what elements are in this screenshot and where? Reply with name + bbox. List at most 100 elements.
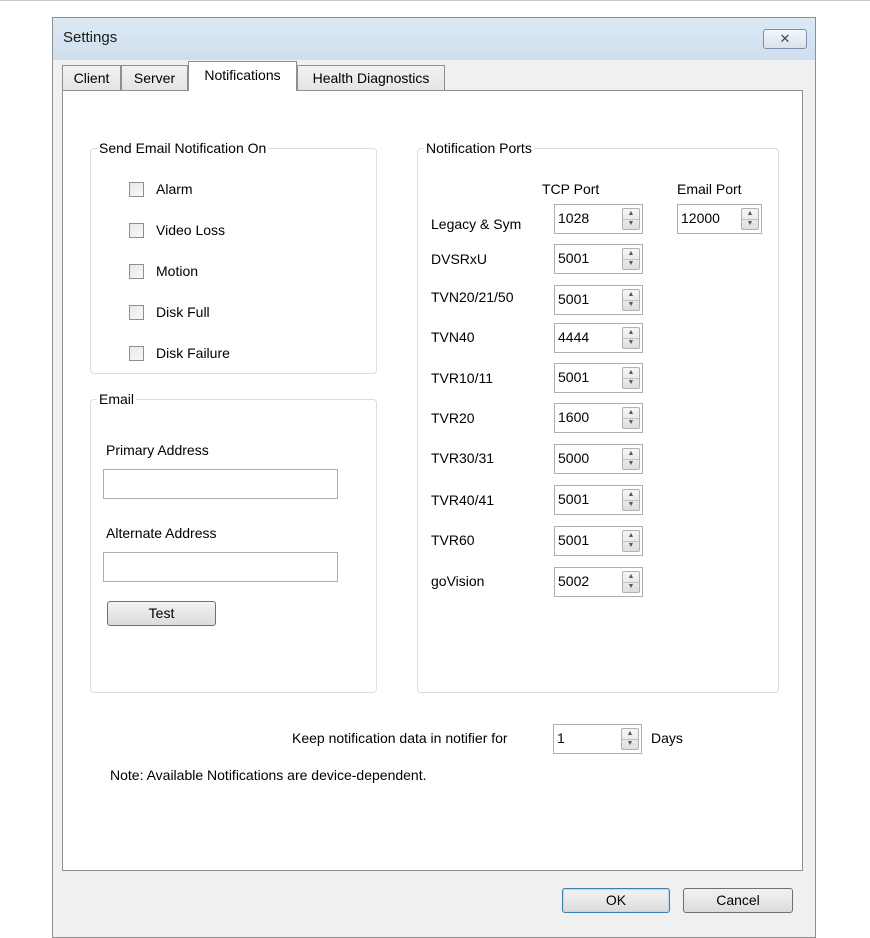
- spin-buttons[interactable]: ▲ ▼: [741, 208, 759, 230]
- ok-button-label: OK: [605, 892, 627, 908]
- tcp-port-tvr10-11[interactable]: 5001 ▲ ▼: [554, 363, 643, 393]
- close-button[interactable]: ✕: [763, 29, 807, 49]
- tab-server[interactable]: Server: [121, 65, 188, 91]
- spin-down-icon[interactable]: ▼: [622, 739, 638, 749]
- spin-down-icon[interactable]: ▼: [623, 300, 639, 310]
- tcp-port-header: TCP Port: [542, 181, 600, 197]
- tcp-port-value: 5001: [558, 491, 590, 507]
- spin-buttons[interactable]: ▲ ▼: [622, 248, 640, 270]
- tab-client[interactable]: Client: [62, 65, 121, 91]
- motion-label: Motion: [156, 263, 199, 279]
- tcp-port-value: 1600: [558, 409, 590, 425]
- window-title: Settings: [63, 29, 118, 46]
- primary-address-input[interactable]: [103, 469, 338, 499]
- tcp-port-legacy-sym[interactable]: 1028 ▲ ▼: [554, 204, 643, 234]
- port-label-tvn20-21-50: TVN20/21/50: [431, 289, 514, 305]
- tcp-port-value: 5002: [558, 573, 590, 589]
- disk-full-checkbox[interactable]: Disk Full: [129, 302, 210, 322]
- alarm-label: Alarm: [156, 181, 193, 197]
- title-bar[interactable]: Settings ✕: [53, 18, 815, 60]
- notifications-panel: Send Email Notification On Alarm Video L…: [62, 90, 803, 871]
- availability-note: Note: Available Notifications are device…: [110, 767, 427, 783]
- tcp-port-tvr40-41[interactable]: 5001 ▲ ▼: [554, 485, 643, 515]
- spin-down-icon[interactable]: ▼: [623, 582, 639, 592]
- tcp-port-value: 4444: [558, 329, 590, 345]
- disk-failure-checkbox[interactable]: Disk Failure: [129, 343, 230, 363]
- spin-down-icon[interactable]: ▼: [623, 459, 639, 469]
- spin-down-icon[interactable]: ▼: [623, 259, 639, 269]
- email-group: Email Primary Address Alternate Address …: [90, 389, 377, 693]
- port-label-tvr30-31: TVR30/31: [431, 450, 495, 466]
- spin-buttons[interactable]: ▲ ▼: [622, 407, 640, 429]
- spin-down-icon[interactable]: ▼: [623, 378, 639, 388]
- checkbox-box[interactable]: [129, 304, 144, 320]
- tcp-port-govision[interactable]: 5002 ▲ ▼: [554, 567, 643, 597]
- send-email-group: Send Email Notification On Alarm Video L…: [90, 138, 377, 374]
- primary-address-label: Primary Address: [106, 442, 209, 458]
- tab-notifications[interactable]: Notifications: [188, 61, 297, 91]
- tab-notifications-label: Notifications: [204, 67, 281, 83]
- video-loss-label: Video Loss: [156, 222, 226, 238]
- tab-health-diagnostics-label: Health Diagnostics: [312, 70, 430, 86]
- test-button[interactable]: Test: [107, 601, 216, 626]
- send-email-legend: Send Email Notification On: [97, 138, 269, 158]
- keep-data-label: Keep notification data in notifier for: [292, 730, 508, 746]
- ok-button[interactable]: OK: [562, 888, 670, 913]
- settings-dialog: Settings ✕ Client Server Notifications H…: [52, 17, 816, 938]
- spin-buttons[interactable]: ▲ ▼: [622, 489, 640, 511]
- port-label-legacy-sym: Legacy & Sym: [431, 216, 522, 232]
- spin-buttons[interactable]: ▲ ▼: [622, 327, 640, 349]
- cancel-button[interactable]: Cancel: [683, 888, 793, 913]
- spin-down-icon[interactable]: ▼: [623, 219, 639, 229]
- tcp-port-value: 1028: [558, 210, 590, 226]
- spin-buttons[interactable]: ▲ ▼: [621, 728, 639, 750]
- keep-days-value: 1: [557, 730, 565, 746]
- test-button-label: Test: [148, 605, 175, 621]
- tcp-port-dvsrxu[interactable]: 5001 ▲ ▼: [554, 244, 643, 274]
- tcp-port-value: 5001: [558, 369, 590, 385]
- checkbox-box[interactable]: [129, 263, 144, 279]
- alternate-address-input[interactable]: [103, 552, 338, 582]
- port-label-govision: goVision: [431, 573, 485, 589]
- tcp-port-tvn20-21-50[interactable]: 5001 ▲ ▼: [554, 285, 643, 315]
- spin-down-icon[interactable]: ▼: [623, 541, 639, 551]
- email-legend: Email: [97, 389, 137, 409]
- spin-buttons[interactable]: ▲ ▼: [622, 289, 640, 311]
- tcp-port-tvr20[interactable]: 1600 ▲ ▼: [554, 403, 643, 433]
- checkbox-box[interactable]: [129, 345, 144, 361]
- checkbox-box[interactable]: [129, 181, 144, 197]
- cancel-button-label: Cancel: [716, 892, 760, 908]
- video-loss-checkbox[interactable]: Video Loss: [129, 220, 225, 240]
- notification-ports-legend: Notification Ports: [424, 138, 534, 158]
- tab-server-label: Server: [133, 70, 176, 86]
- tcp-port-tvn40[interactable]: 4444 ▲ ▼: [554, 323, 643, 353]
- tcp-port-value: 5001: [558, 250, 590, 266]
- spin-down-icon[interactable]: ▼: [623, 418, 639, 428]
- email-port-legacy-sym[interactable]: 12000 ▲ ▼: [677, 204, 762, 234]
- spin-buttons[interactable]: ▲ ▼: [622, 367, 640, 389]
- spin-buttons[interactable]: ▲ ▼: [622, 208, 640, 230]
- tab-health-diagnostics[interactable]: Health Diagnostics: [297, 65, 445, 91]
- tcp-port-tvr30-31[interactable]: 5000 ▲ ▼: [554, 444, 643, 474]
- spin-buttons[interactable]: ▲ ▼: [622, 571, 640, 593]
- port-label-tvr20: TVR20: [431, 410, 475, 426]
- spin-down-icon[interactable]: ▼: [623, 338, 639, 348]
- email-port-value: 12000: [681, 210, 720, 226]
- email-port-header: Email Port: [677, 181, 742, 197]
- spin-buttons[interactable]: ▲ ▼: [622, 448, 640, 470]
- disk-full-label: Disk Full: [156, 304, 210, 320]
- tcp-port-tvr60[interactable]: 5001 ▲ ▼: [554, 526, 643, 556]
- tab-client-label: Client: [73, 70, 110, 86]
- spin-down-icon[interactable]: ▼: [742, 219, 758, 229]
- port-label-tvr40-41: TVR40/41: [431, 492, 495, 508]
- alarm-checkbox[interactable]: Alarm: [129, 179, 193, 199]
- spin-down-icon[interactable]: ▼: [623, 500, 639, 510]
- notification-ports-group: Notification Ports TCP Port Email Port L…: [417, 138, 779, 693]
- keep-days-spinner[interactable]: 1 ▲ ▼: [553, 724, 642, 754]
- days-label: Days: [651, 730, 683, 746]
- port-label-tvr60: TVR60: [431, 532, 475, 548]
- checkbox-box[interactable]: [129, 222, 144, 238]
- spin-buttons[interactable]: ▲ ▼: [622, 530, 640, 552]
- alternate-address-label: Alternate Address: [106, 525, 217, 541]
- motion-checkbox[interactable]: Motion: [129, 261, 198, 281]
